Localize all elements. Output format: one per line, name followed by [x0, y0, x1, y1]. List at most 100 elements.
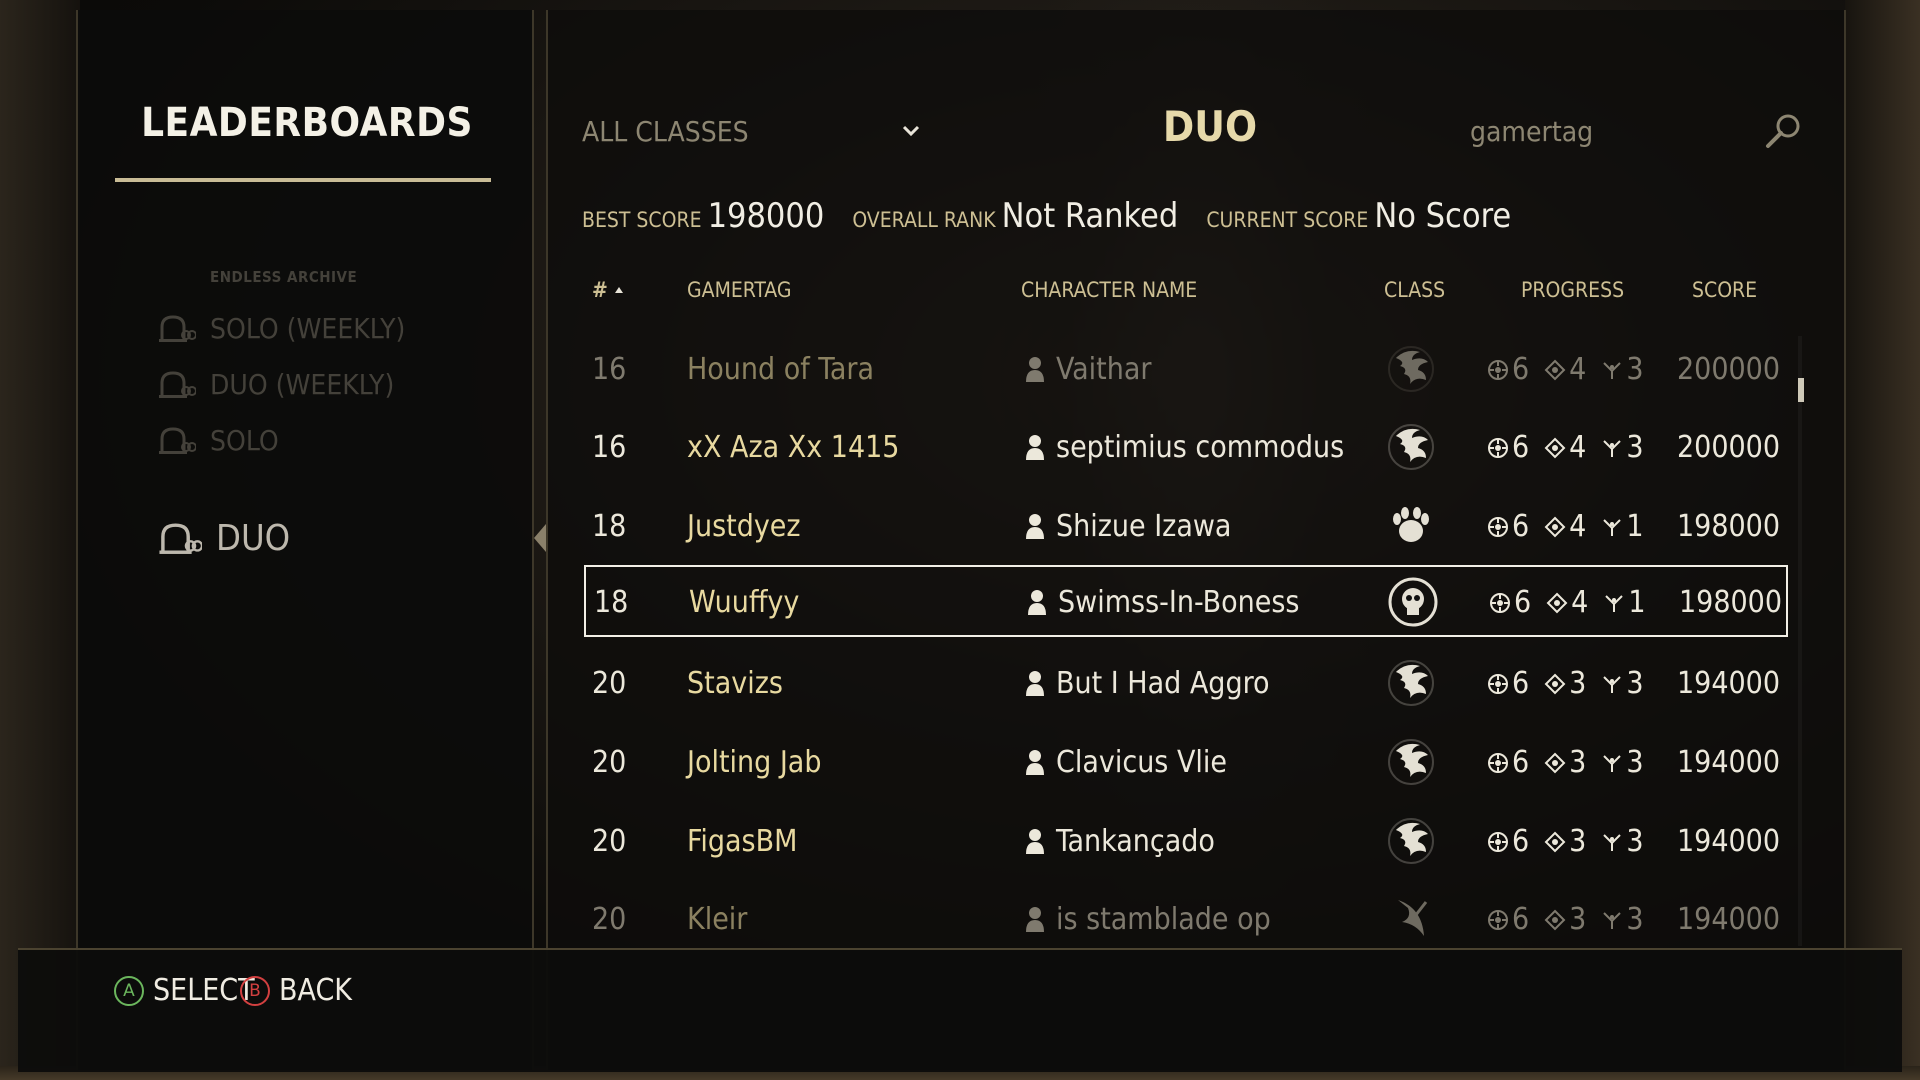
column-header-score[interactable]: SCORE [1692, 278, 1757, 302]
class-filter-dropdown[interactable]: ALL CLASSES [582, 112, 922, 150]
stage-value: 3 [1626, 824, 1644, 859]
character-icon [1026, 750, 1044, 775]
table-row[interactable]: 18 Wuuffyy Swimss-In-Boness 6 4 1 198000 [584, 565, 1788, 637]
stage-icon [1603, 439, 1622, 457]
cycle-icon [1488, 359, 1508, 380]
table-row[interactable]: 16 xX Aza Xx 1415 septimius commodus 6 4 3 200… [584, 412, 1788, 484]
sidebar-item-solo-weekly[interactable]: SOLO (WEEKLY) [156, 312, 405, 345]
gamertag-cell: FigasBM [687, 824, 798, 859]
back-button-label: BACK [279, 973, 352, 1008]
best-score-stat: BEST SCORE 198000 [582, 196, 824, 236]
column-header-gamertag[interactable]: GAMERTAG [687, 278, 792, 302]
arc-value: 3 [1569, 666, 1587, 701]
character-name-cell: Swimss-In-Boness [1058, 585, 1300, 620]
stage-value: 3 [1626, 666, 1644, 701]
cycle-icon [1488, 752, 1508, 773]
back-button[interactable]: B BACK [240, 973, 352, 1008]
arc-icon [1544, 359, 1566, 380]
table-row[interactable]: 18 Justdyez Shizue Izawa 6 4 1 198000 [584, 491, 1788, 563]
rank-cell: 16 [592, 430, 627, 465]
table-row[interactable]: 20 FigasBM Tankançado 6 3 3 194000 [584, 806, 1788, 878]
sidebar-item-duo-weekly[interactable]: DUO (WEEKLY) [156, 368, 394, 401]
arc-icon [1544, 909, 1566, 930]
progress-cell: 6 4 3 [1486, 352, 1658, 387]
cycle-icon [1488, 909, 1508, 930]
stage-value: 3 [1626, 902, 1644, 937]
dragonknight-icon [1382, 733, 1440, 791]
arc-value: 3 [1569, 745, 1587, 780]
table-row[interactable]: 20 Stavizs But I Had Aggro 6 3 3 194000 [584, 648, 1788, 720]
gamertag-cell: Kleir [687, 902, 748, 937]
scrollbar-track[interactable] [1798, 336, 1802, 946]
necromancer-icon [1384, 573, 1442, 631]
arc-value: 4 [1569, 352, 1587, 387]
cycle-value: 6 [1512, 352, 1530, 387]
gamertag-search-input[interactable] [1460, 112, 1760, 150]
character-name-cell: But I Had Aggro [1056, 666, 1270, 701]
footer-bar [18, 948, 1902, 1072]
character-name-cell: Vaithar [1056, 352, 1152, 387]
character-icon [1026, 671, 1044, 696]
sidebar-item-solo[interactable]: SOLO [156, 424, 279, 457]
collapse-arrow-icon[interactable] [534, 524, 546, 552]
gamertag-cell: xX Aza Xx 1415 [687, 430, 900, 465]
arc-icon [1544, 831, 1566, 852]
background-left [0, 0, 80, 1080]
page-title: LEADERBOARDS [141, 100, 473, 146]
cycle-value: 6 [1512, 902, 1530, 937]
current-score-value: No Score [1374, 196, 1512, 236]
column-header-class[interactable]: CLASS [1384, 278, 1445, 302]
overall-rank-label: OVERALL RANK [852, 208, 996, 232]
dragonknight-icon [1382, 654, 1440, 712]
arc-value: 3 [1569, 902, 1587, 937]
cycle-value: 6 [1512, 666, 1530, 701]
arc-value: 4 [1569, 509, 1587, 544]
cycle-value: 6 [1512, 824, 1530, 859]
chevron-down-icon [902, 125, 920, 137]
current-score-label: CURRENT SCORE [1206, 208, 1369, 232]
endless-archive-icon [159, 426, 196, 454]
rank-cell: 20 [592, 902, 627, 937]
cycle-icon [1488, 831, 1508, 852]
arc-value: 4 [1571, 585, 1589, 620]
score-cell: 198000 [1677, 509, 1781, 544]
overall-rank-value: Not Ranked [1001, 196, 1179, 236]
arc-icon [1544, 437, 1566, 458]
arc-icon [1544, 752, 1566, 773]
stage-icon [1603, 754, 1622, 772]
sidebar-item-label: SOLO (WEEKLY) [210, 312, 406, 345]
dragonknight-icon [1382, 340, 1440, 398]
column-header-rank[interactable]: # [592, 278, 625, 302]
table-row[interactable]: 20 Kleir is stamblade op 6 3 3 194000 [584, 884, 1788, 946]
gamertag-cell: Stavizs [687, 666, 783, 701]
gamertag-cell: Justdyez [687, 509, 801, 544]
column-header-progress[interactable]: PROGRESS [1521, 278, 1624, 302]
column-header-label: # [592, 278, 608, 302]
progress-cell: 6 3 3 [1486, 902, 1658, 937]
stage-icon [1605, 594, 1624, 612]
b-button-icon: B [240, 975, 270, 1006]
sidebar-item-duo[interactable]: DUO [156, 518, 290, 559]
character-icon [1026, 357, 1044, 382]
column-header-character[interactable]: CHARACTER NAME [1021, 278, 1197, 302]
title-underline [115, 178, 491, 182]
scrollbar-thumb[interactable] [1798, 378, 1804, 402]
arc-value: 4 [1569, 430, 1587, 465]
overall-rank-stat: OVERALL RANK Not Ranked [852, 196, 1178, 236]
table-row[interactable]: 16 Hound of Tara Vaithar 6 4 3 200000 [584, 334, 1788, 406]
score-cell: 200000 [1677, 430, 1781, 465]
score-cell: 194000 [1677, 666, 1781, 701]
select-button[interactable]: A SELECT [114, 973, 255, 1008]
gamertag-cell: Hound of Tara [687, 352, 874, 387]
progress-cell: 6 4 3 [1486, 430, 1658, 465]
rank-cell: 20 [592, 745, 627, 780]
background-right [1845, 0, 1920, 1080]
cycle-value: 6 [1512, 430, 1530, 465]
cycle-value: 6 [1512, 745, 1530, 780]
search-icon[interactable] [1762, 110, 1804, 152]
table-row[interactable]: 20 Jolting Jab Clavicus Vlie 6 3 3 194000 [584, 727, 1788, 799]
endless-archive-icon [159, 522, 202, 554]
score-cell: 194000 [1677, 902, 1781, 937]
character-name-cell: Shizue Izawa [1056, 509, 1232, 544]
rank-cell: 18 [592, 509, 627, 544]
